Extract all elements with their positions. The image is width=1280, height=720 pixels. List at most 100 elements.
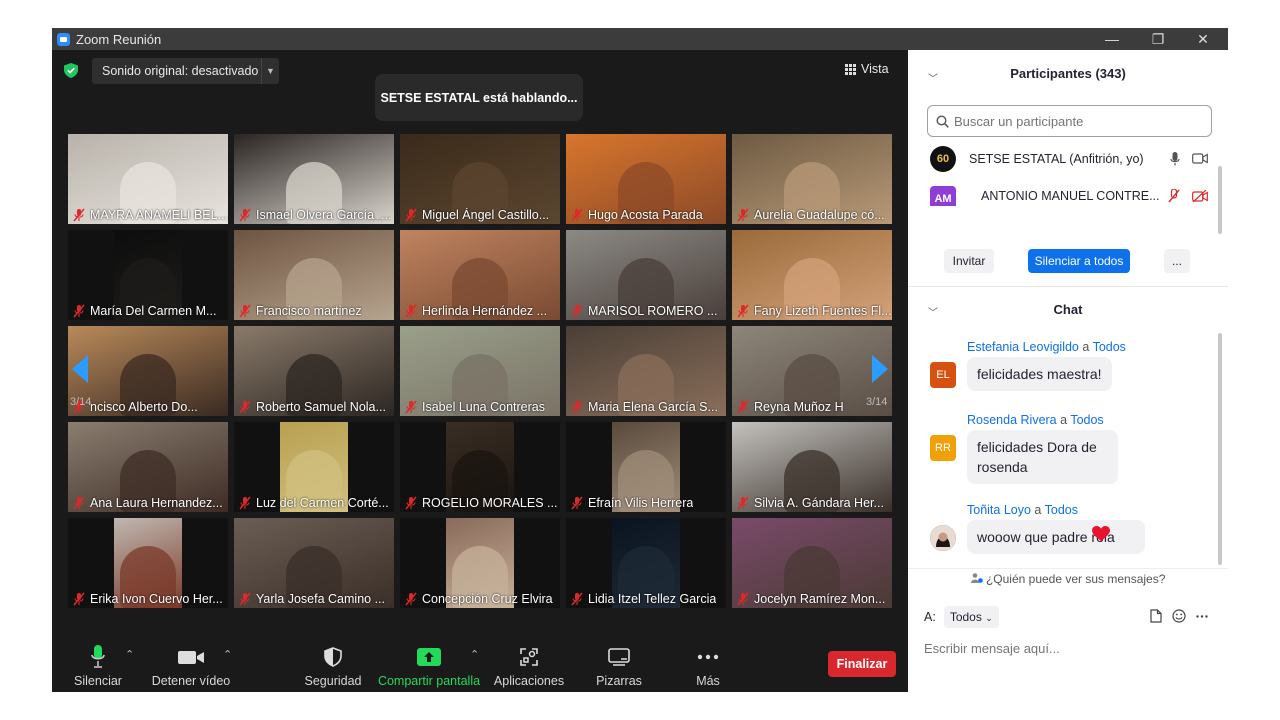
participant-name: Efraín Vilis Herrera: [588, 495, 694, 510]
participant-name: ANTONIO MANUEL CONTRE...: [981, 189, 1160, 203]
page-indicator-left: 3/14: [70, 396, 92, 408]
recipient-dropdown[interactable]: Todos ⌄: [943, 606, 999, 628]
video-options-chevron-icon[interactable]: ⌃: [223, 648, 232, 661]
share-screen-button[interactable]: Compartir pantalla: [378, 644, 480, 688]
security-shield-icon: [324, 647, 342, 667]
microphone-muted-icon: [405, 400, 417, 413]
tile-name-label: María Del Carmen M...: [68, 301, 228, 320]
video-off-icon[interactable]: [1192, 190, 1208, 202]
minimize-button[interactable]: —: [1089, 28, 1135, 50]
microphone-muted-icon: [239, 400, 251, 413]
end-meeting-button[interactable]: Finalizar: [828, 651, 896, 677]
tile-name-label: Lidia Itzel Tellez Garcia: [566, 589, 726, 608]
participant-name: MAYRA ANAMELI BEL...: [90, 207, 228, 222]
video-tile[interactable]: Efraín Vilis Herrera: [566, 422, 726, 512]
original-sound-label: Sonido original: desactivado: [102, 64, 259, 78]
video-tile[interactable]: MAYRA ANAMELI BEL...: [68, 134, 228, 224]
video-tile[interactable]: Isabel Luna Contreras: [400, 326, 560, 416]
participant-name: Maria Elena García S...: [588, 399, 718, 414]
participant-name: Roberto Samuel Nola...: [256, 399, 386, 414]
video-tile[interactable]: Maria Elena García S...: [566, 326, 726, 416]
meeting-toolbar: Silenciar ⌃ Detener vídeo ⌃ Seguridad Co…: [52, 622, 908, 692]
video-tile[interactable]: Francisco martinez: [234, 230, 394, 320]
participant-search-input[interactable]: [954, 113, 1194, 129]
participants-more-button[interactable]: ...: [1164, 249, 1190, 273]
participants-scrollbar[interactable]: [1218, 166, 1222, 234]
chevron-down-icon[interactable]: ▼: [261, 58, 279, 84]
participant-name: Fany Lizeth Fuentes Fl...: [754, 303, 892, 318]
participant-name: Reyna Muñoz H: [754, 399, 844, 414]
video-tile[interactable]: ncisco Alberto Do...: [68, 326, 228, 416]
video-tile[interactable]: Hugo Acosta Parada: [566, 134, 726, 224]
video-tile[interactable]: Ismael Olvera García_...: [234, 134, 394, 224]
audio-options-chevron-icon[interactable]: ⌃: [125, 648, 134, 661]
who-can-see-messages-link[interactable]: ¿Quién puede ver sus mensajes?: [908, 572, 1228, 586]
avatar: 60: [930, 146, 956, 172]
tile-name-label: Miguel Ángel Castillo...: [400, 205, 560, 224]
close-button[interactable]: ✕: [1180, 28, 1226, 50]
video-tile[interactable]: Luz del Carmen Corté...: [234, 422, 394, 512]
video-tile[interactable]: ROGELIO MORALES ...: [400, 422, 560, 512]
view-button[interactable]: Vista: [845, 62, 889, 76]
participant-name: Aurelia Guadalupe có...: [754, 207, 885, 222]
file-icon[interactable]: [1150, 609, 1162, 623]
participant-name: Ismael Olvera García_...: [256, 207, 392, 222]
video-tile[interactable]: Aurelia Guadalupe có...: [732, 134, 892, 224]
participant-row-host[interactable]: 60 SETSE ESTATAL (Anfitrión, yo): [930, 145, 1210, 173]
avatar: AM: [930, 186, 956, 206]
microphone-muted-icon: [571, 592, 583, 605]
video-tile[interactable]: María Del Carmen M...: [68, 230, 228, 320]
participant-search-box[interactable]: [927, 105, 1212, 137]
restore-button[interactable]: ❐: [1135, 28, 1181, 50]
video-tile[interactable]: Ana Laura Hernandez...: [68, 422, 228, 512]
search-icon: [936, 114, 949, 128]
microphone-icon[interactable]: [1170, 152, 1180, 166]
microphone-muted-icon: [571, 496, 583, 509]
stop-video-button[interactable]: Detener vídeo: [152, 644, 230, 688]
chat-scrollbar[interactable]: [1218, 333, 1222, 565]
microphone-muted-icon: [405, 304, 417, 317]
security-button[interactable]: Seguridad: [304, 644, 362, 688]
video-tile[interactable]: Concepción Cruz Elvira: [400, 518, 560, 608]
whiteboards-button[interactable]: Pizarras: [594, 644, 644, 688]
chat-message-input[interactable]: [924, 641, 1214, 656]
participant-name: Francisco martinez: [256, 303, 362, 318]
video-tile[interactable]: Miguel Ángel Castillo...: [400, 134, 560, 224]
meeting-area: Sonido original: desactivado ▼ SETSE EST…: [52, 50, 908, 692]
share-screen-icon: [417, 648, 441, 666]
video-tile[interactable]: Fany Lizeth Fuentes Fl...: [732, 230, 892, 320]
video-tile[interactable]: Roberto Samuel Nola...: [234, 326, 394, 416]
encryption-shield-icon[interactable]: [64, 63, 78, 78]
apps-button[interactable]: Aplicaciones: [494, 644, 564, 688]
tile-name-label: Hugo Acosta Parada: [566, 205, 726, 224]
video-tile[interactable]: Erika Ivon Cuervo Her...: [68, 518, 228, 608]
original-sound-toggle[interactable]: Sonido original: desactivado ▼: [92, 58, 279, 84]
video-tile[interactable]: MARISOL ROMERO ...: [566, 230, 726, 320]
microphone-muted-icon: [737, 400, 749, 413]
tile-name-label: Roberto Samuel Nola...: [234, 397, 394, 416]
microphone-muted-icon: [737, 208, 749, 221]
mute-label: Silenciar: [74, 674, 122, 688]
video-tile[interactable]: Silvia A. Gándara Her...: [732, 422, 892, 512]
tile-name-label: Ismael Olvera García_...: [234, 205, 394, 224]
next-page-arrow-icon[interactable]: [870, 354, 890, 384]
mute-all-button[interactable]: Silenciar a todos: [1028, 249, 1130, 273]
mute-button[interactable]: Silenciar: [74, 644, 122, 688]
video-tile[interactable]: Jocelyn Ramírez Mon...: [732, 518, 892, 608]
previous-page-arrow-icon[interactable]: [70, 354, 90, 384]
microphone-muted-icon[interactable]: [1168, 189, 1180, 203]
more-button[interactable]: Más: [690, 644, 726, 688]
more-dots-icon: [697, 654, 719, 660]
video-tile[interactable]: Herlinda Hernández ...: [400, 230, 560, 320]
share-options-chevron-icon[interactable]: ⌃: [470, 648, 479, 661]
video-camera-icon[interactable]: [1192, 153, 1208, 164]
participant-row[interactable]: AM ANTONIO MANUEL CONTRE...: [930, 186, 1210, 206]
invite-button[interactable]: Invitar: [944, 249, 994, 273]
tile-name-label: ROGELIO MORALES ...: [400, 493, 560, 512]
emoji-icon[interactable]: [1172, 609, 1186, 623]
microphone-muted-icon: [73, 208, 85, 221]
people-icon: [970, 573, 983, 583]
chat-more-icon[interactable]: [1196, 615, 1208, 618]
video-tile[interactable]: Yarla Josefa Camino ...: [234, 518, 394, 608]
video-tile[interactable]: Lidia Itzel Tellez Garcia: [566, 518, 726, 608]
